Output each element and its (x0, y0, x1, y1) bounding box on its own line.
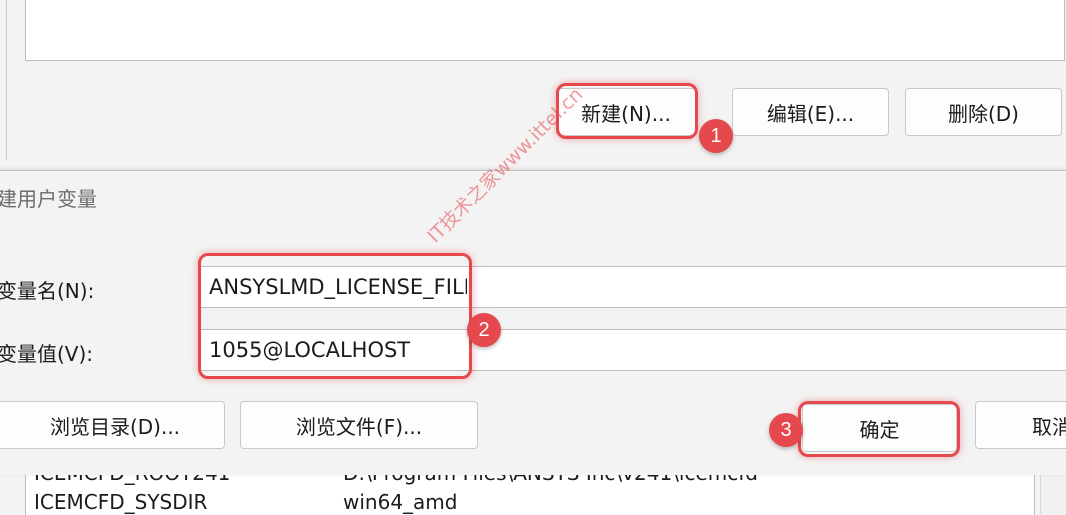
browse-file-button[interactable]: 浏览文件(F)... (240, 401, 478, 449)
variable-name-input[interactable]: ANSYSLMD_LICENSE_FILE (200, 266, 1066, 308)
list-scrollbar[interactable] (1040, 474, 1066, 514)
browse-directory-button[interactable]: 浏览目录(D)... (0, 401, 225, 449)
step3-marker: 3 (769, 413, 803, 447)
variable-name-cell: ICEMCFD_ROOT241 (34, 475, 230, 485)
variable-name-cell: ICEMCFD_SYSDIR (34, 490, 208, 514)
variable-name-clip: ANSYSLMD_LICENSE_FILE (209, 267, 467, 307)
panel-border (6, 0, 7, 160)
new-button-label: 新建(N)... (581, 101, 671, 126)
variable-value-cell: D:\Program Files\ANSYS Inc\v241\icemcfd (343, 475, 758, 485)
ok-button-label: 确定 (859, 417, 900, 442)
variable-value-label: 变量值(V): (0, 342, 94, 366)
dialog-title: 建用户变量 (0, 187, 97, 211)
delete-button-label: 删除(D) (947, 101, 1019, 126)
browse-directory-label: 浏览目录(D)... (49, 414, 181, 439)
variable-value-input[interactable]: 1055@LOCALHOST (200, 329, 1066, 371)
table-row[interactable]: ICEMCFD_ROOT241 D:\Program Files\ANSYS I… (26, 475, 1034, 491)
variable-name-value: ANSYSLMD_LICENSE_FILE (209, 275, 467, 299)
edit-button[interactable]: 编辑(E)... (732, 88, 889, 136)
new-user-variable-dialog: 建用户变量 变量名(N): ANSYSLMD_LICENSE_FILE 变量值(… (0, 170, 1066, 475)
variable-name-label: 变量名(N): (0, 279, 95, 303)
delete-button[interactable]: 删除(D) (905, 88, 1062, 136)
cancel-button[interactable]: 取消 (975, 401, 1066, 449)
table-row[interactable]: ICEMCFD_SYSDIR win64_amd (26, 490, 1034, 515)
cancel-button-label: 取消 (1032, 414, 1066, 439)
system-variables-list[interactable]: ICEMCFD_ROOT241 D:\Program Files\ANSYS I… (25, 474, 1035, 515)
variable-value-cell: win64_amd (343, 490, 458, 514)
browse-file-label: 浏览文件(F)... (295, 414, 423, 439)
step2-marker: 2 (467, 313, 501, 347)
user-variables-list[interactable] (25, 0, 1065, 61)
edit-button-label: 编辑(E)... (766, 101, 855, 126)
step1-marker: 1 (699, 119, 733, 153)
ok-button[interactable]: 确定 (802, 404, 957, 452)
variable-value-value: 1055@LOCALHOST (209, 338, 411, 362)
